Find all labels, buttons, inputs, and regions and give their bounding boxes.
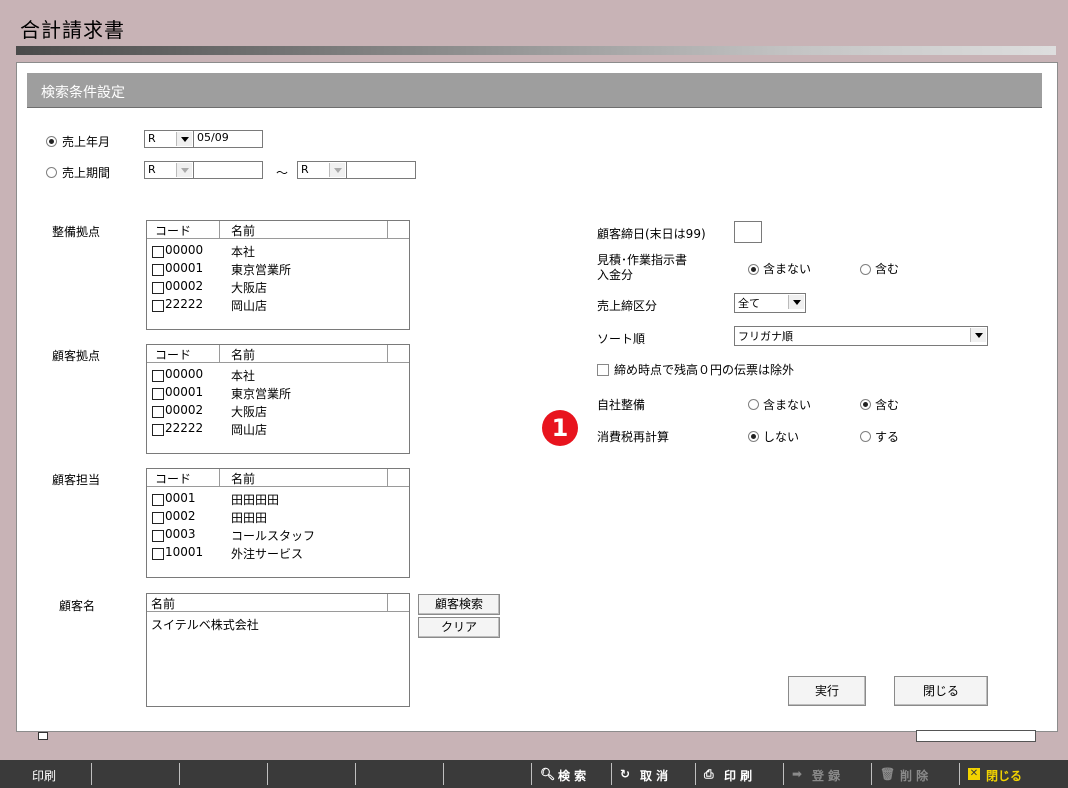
col-name-header: 名前 xyxy=(231,472,256,486)
sort-label: ソート順 xyxy=(597,332,646,346)
customer-search-button[interactable]: 顧客検索 xyxy=(418,594,500,615)
customer-rep-list[interactable]: コード 名前 0001 田田田田 0002 田田田 0003 コールスタッフ 10001… xyxy=(146,468,410,578)
trash-icon: 🗑︎ xyxy=(880,767,896,781)
function-key-bar: 印刷 🔍︎ 検 索 ↻ 取 消 ⎙ 印 刷 ➡ 登 録 🗑︎ 削 除 ✕ 閉じる xyxy=(0,760,1068,788)
estimate-include-radio[interactable] xyxy=(860,264,871,275)
own-service-include-radio[interactable] xyxy=(860,399,871,410)
period-tilde: ～ xyxy=(276,166,289,180)
zero-balance-checkbox[interactable] xyxy=(597,364,609,376)
printer-icon: ⎙ xyxy=(704,767,714,781)
col-name-header: 名前 xyxy=(231,348,256,362)
own-service-label: 自社整備 xyxy=(597,398,646,412)
closing-day-label: 顧客締日(末日は99) xyxy=(597,227,706,241)
own-service-exclude-radio[interactable] xyxy=(748,399,759,410)
print-action-button[interactable]: ⎙ 印 刷 xyxy=(696,763,784,785)
sales-close-label: 売上締区分 xyxy=(597,299,658,313)
col-code-header: コード xyxy=(155,224,192,238)
close-button[interactable]: 閉じる xyxy=(894,676,988,706)
sales-month-input[interactable]: 05/09 xyxy=(193,130,263,148)
tax-recalc-yes-radio[interactable] xyxy=(860,431,871,442)
f2-button[interactable] xyxy=(92,763,180,785)
hidden-footer-strip xyxy=(16,730,1056,742)
sales-close-select[interactable]: 全て xyxy=(734,293,806,313)
own-service-exclude-label: 含まない xyxy=(763,398,812,412)
undo-icon: ↻ xyxy=(620,767,631,781)
tax-recalc-no-radio[interactable] xyxy=(748,431,759,442)
customer-rep-label: 顧客担当 xyxy=(52,473,101,487)
f3-button[interactable] xyxy=(180,763,268,785)
close-window-button[interactable]: ✕ 閉じる xyxy=(960,763,1060,785)
service-base-label: 整備拠点 xyxy=(52,225,101,239)
tax-recalc-yes-label: する xyxy=(875,430,900,444)
close-icon: ✕ xyxy=(968,768,980,780)
search-button[interactable]: 🔍︎ 検 索 xyxy=(532,763,612,785)
section-header: 検索条件設定 xyxy=(27,73,1042,108)
sales-month-label: 売上年月 xyxy=(62,135,111,149)
col-name-header: 名前 xyxy=(151,597,176,611)
print-button[interactable]: 印刷 xyxy=(4,763,92,785)
customer-base-list[interactable]: コード 名前 00000 本社 00001 東京営業所 00002 大阪店 22222 岡… xyxy=(146,344,410,454)
estimate-label-2: 入金分 xyxy=(597,268,634,282)
chevron-down-icon xyxy=(329,163,345,177)
chevron-down-icon xyxy=(176,163,192,177)
chevron-down-icon xyxy=(176,132,192,146)
closing-day-input[interactable] xyxy=(734,221,762,243)
f5-button[interactable] xyxy=(356,763,444,785)
service-base-list[interactable]: コード 名前 00000 本社 00001 東京営業所 00002 大阪店 22222 岡… xyxy=(146,220,410,330)
sales-month-era-select[interactable]: R xyxy=(144,130,194,148)
estimate-include-label: 含む xyxy=(875,262,900,276)
customer-name-label: 顧客名 xyxy=(59,599,96,613)
f6-button[interactable] xyxy=(444,763,532,785)
col-code-header: コード xyxy=(155,348,192,362)
customer-base-label: 顧客拠点 xyxy=(52,349,101,363)
col-name-header: 名前 xyxy=(231,224,256,238)
sales-period-radio[interactable] xyxy=(46,167,57,178)
tax-recalc-label: 消費税再計算 xyxy=(597,430,670,444)
tax-recalc-no-label: しない xyxy=(763,430,800,444)
period-from-era-select[interactable]: R xyxy=(144,161,194,179)
window-title: 合計請求書 xyxy=(20,18,125,42)
search-icon: 🔍︎ xyxy=(540,767,556,781)
customer-name-list[interactable]: 名前 スイテルベ株式会社 xyxy=(146,593,410,707)
register-button[interactable]: ➡ 登 録 xyxy=(784,763,872,785)
period-to-era-select[interactable]: R xyxy=(297,161,347,179)
own-service-include-label: 含む xyxy=(875,398,900,412)
period-from-input[interactable] xyxy=(193,161,263,179)
period-to-input[interactable] xyxy=(346,161,416,179)
title-divider xyxy=(16,46,1056,55)
chevron-down-icon xyxy=(788,295,804,309)
sort-select[interactable]: フリガナ順 xyxy=(734,326,988,346)
sales-month-radio[interactable] xyxy=(46,136,57,147)
clear-button[interactable]: クリア xyxy=(418,617,500,638)
annotation-marker: 1 xyxy=(542,410,578,446)
zero-balance-label: 締め時点で残高０円の伝票は除外 xyxy=(614,363,795,377)
cancel-button[interactable]: ↻ 取 消 xyxy=(612,763,696,785)
f4-button[interactable] xyxy=(268,763,356,785)
estimate-exclude-radio[interactable] xyxy=(748,264,759,275)
col-code-header: コード xyxy=(155,472,192,486)
execute-button[interactable]: 実行 xyxy=(788,676,866,706)
section-title: 検索条件設定 xyxy=(41,85,125,101)
sales-period-label: 売上期間 xyxy=(62,166,111,180)
estimate-exclude-label: 含まない xyxy=(763,262,812,276)
chevron-down-icon xyxy=(970,328,986,342)
delete-button[interactable]: 🗑︎ 削 除 xyxy=(872,763,960,785)
register-icon: ➡ xyxy=(792,767,803,781)
